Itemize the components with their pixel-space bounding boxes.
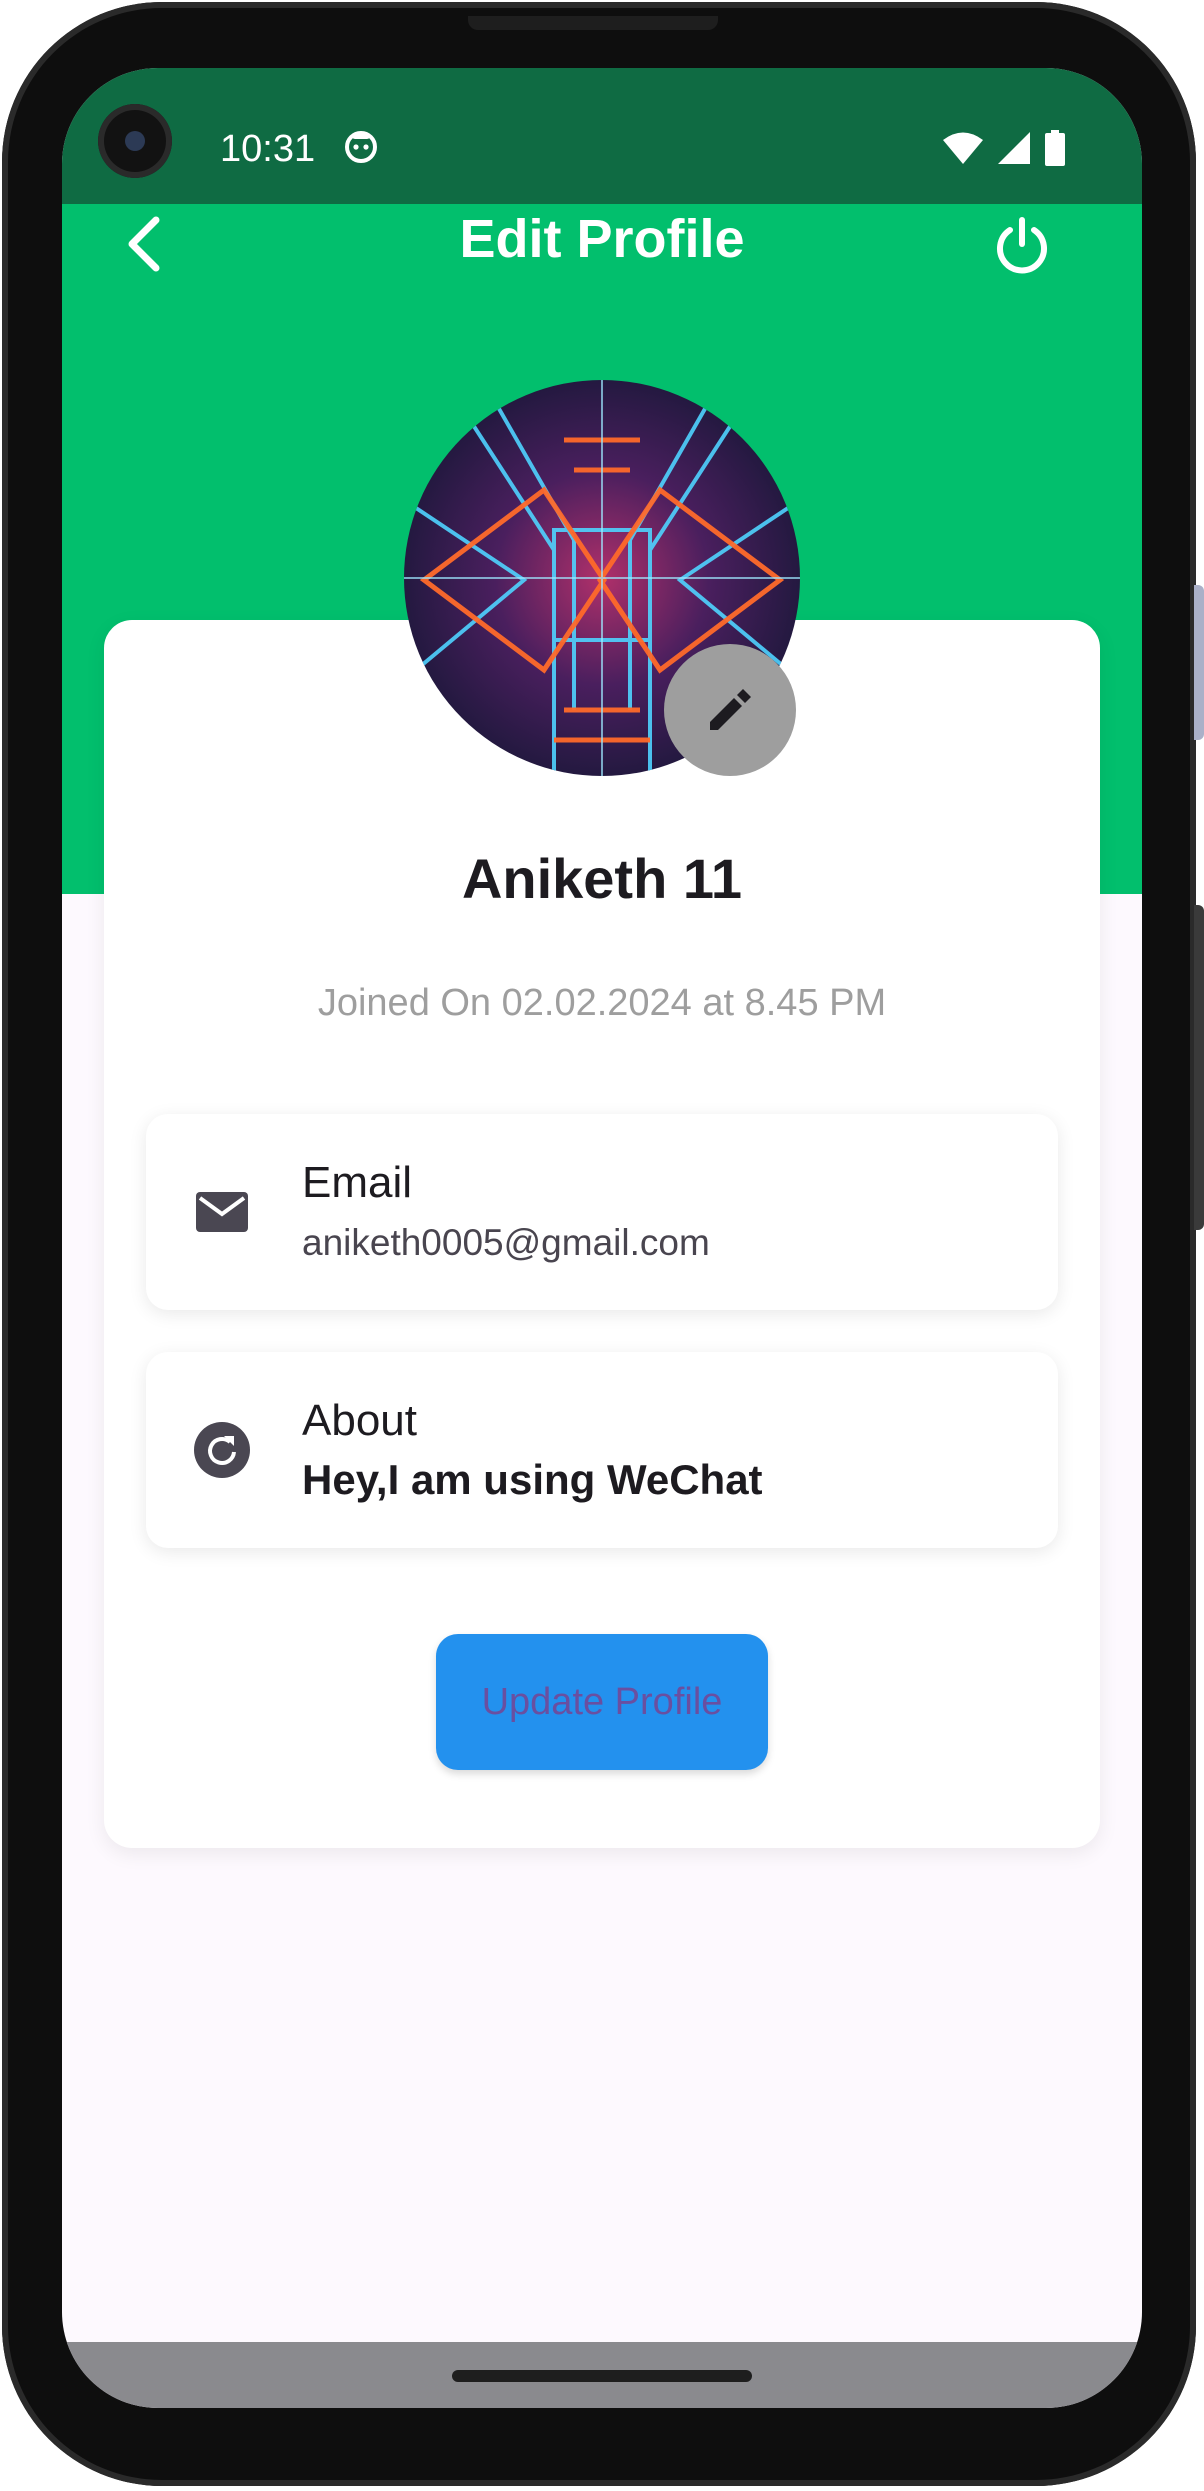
- phone-device: 10:31 Edit Profile Aniketh 11 Joined On …: [0, 0, 1204, 2491]
- power-icon[interactable]: [992, 216, 1052, 276]
- envelope-icon: [196, 1192, 248, 1232]
- side-power-button: [1194, 585, 1204, 740]
- email-value: aniketh0005@gmail.com: [302, 1222, 710, 1263]
- status-bar: 10:31: [62, 68, 1142, 204]
- android-face-icon: [345, 131, 377, 163]
- email-tile[interactable]: Email aniketh0005@gmail.com: [146, 1114, 1058, 1310]
- back-icon[interactable]: [116, 214, 176, 274]
- side-volume-button: [1194, 905, 1204, 1230]
- email-label: Email: [302, 1158, 413, 1207]
- edit-avatar-button[interactable]: [664, 644, 796, 776]
- front-camera: [98, 104, 172, 178]
- user-name: Aniketh 11: [461, 847, 743, 910]
- about-value: Hey,I am using WeChat: [302, 1456, 763, 1503]
- pencil-icon: [710, 689, 751, 730]
- status-icons: [942, 130, 1066, 166]
- about-tile[interactable]: About Hey,I am using WeChat: [146, 1352, 1058, 1548]
- joined-date: Joined On 02.02.2024 at 8.45 PM: [317, 982, 887, 1024]
- home-gesture-handle[interactable]: [452, 2370, 752, 2382]
- about-label: About: [302, 1396, 417, 1445]
- app-screen: 10:31 Edit Profile Aniketh 11 Joined On …: [62, 68, 1142, 2408]
- update-profile-button[interactable]: Update Profile: [436, 1634, 768, 1770]
- earpiece-speaker: [468, 16, 718, 30]
- cell-signal-icon: [998, 132, 1030, 164]
- status-time: 10:31: [220, 128, 316, 170]
- battery-icon: [1045, 130, 1065, 166]
- refresh-circle-icon: [194, 1422, 250, 1478]
- wifi-icon: [943, 132, 983, 164]
